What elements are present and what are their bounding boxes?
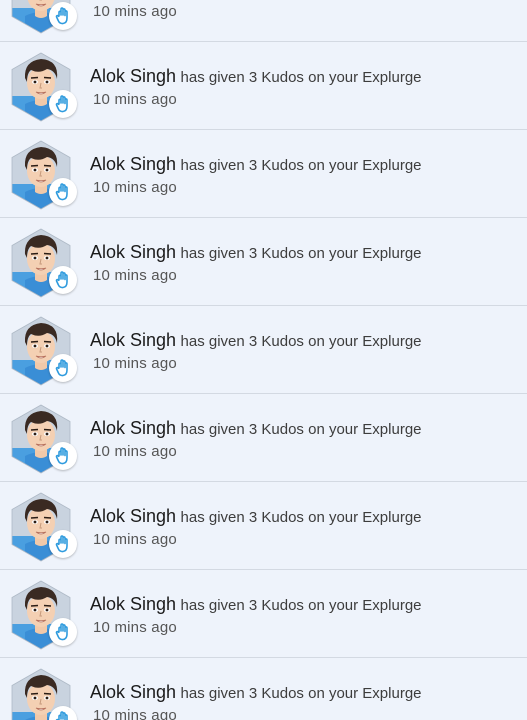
- notification-text: Alok Singh has given 3 Kudos on your Exp…: [90, 242, 422, 263]
- kudos-hand-icon: [55, 271, 68, 289]
- notification-item[interactable]: Alok Singh has given 3 Kudos on your Exp…: [0, 658, 527, 720]
- timestamp: 10 mins ago: [93, 707, 177, 720]
- notification-item[interactable]: Alok Singh has given 3 Kudos on your Exp…: [0, 306, 527, 394]
- kudos-hand-icon: [55, 7, 68, 25]
- notification-item[interactable]: Alok Singh has given 3 Kudos on your Exp…: [0, 130, 527, 218]
- kudos-hand-icon: [55, 623, 68, 641]
- notification-message: has given 3 Kudos on your Explurge: [180, 157, 422, 174]
- kudos-hand-icon: [55, 711, 68, 720]
- user-name[interactable]: Alok Singh: [90, 506, 176, 526]
- user-name[interactable]: Alok Singh: [90, 66, 176, 86]
- notification-text: Alok Singh has given 3 Kudos on your Exp…: [90, 66, 422, 87]
- timestamp: 10 mins ago: [93, 443, 177, 460]
- user-name[interactable]: Alok Singh: [90, 242, 176, 262]
- timestamp: 10 mins ago: [93, 91, 177, 108]
- notification-text: Alok Singh has given 3 Kudos on your Exp…: [90, 418, 422, 439]
- notification-message: has given 3 Kudos on your Explurge: [180, 597, 422, 614]
- kudos-badge: [49, 90, 77, 118]
- notification-message: has given 3 Kudos on your Explurge: [180, 509, 422, 526]
- user-name[interactable]: Alok Singh: [90, 418, 176, 438]
- notification-item[interactable]: Alok Singh has given 3 Kudos on your Exp…: [0, 218, 527, 306]
- timestamp: 10 mins ago: [93, 531, 177, 548]
- kudos-badge: [49, 530, 77, 558]
- kudos-hand-icon: [55, 183, 68, 201]
- kudos-hand-icon: [55, 535, 68, 553]
- kudos-hand-icon: [55, 359, 68, 377]
- user-name[interactable]: Alok Singh: [90, 154, 176, 174]
- notification-message: has given 3 Kudos on your Explurge: [180, 245, 422, 262]
- timestamp: 10 mins ago: [93, 3, 177, 20]
- timestamp: 10 mins ago: [93, 179, 177, 196]
- kudos-badge: [49, 618, 77, 646]
- kudos-badge: [49, 354, 77, 382]
- notification-item[interactable]: Alok Singh has given 3 Kudos on your Exp…: [0, 482, 527, 570]
- notification-text: Alok Singh has given 3 Kudos on your Exp…: [90, 506, 422, 527]
- notification-text: Alok Singh has given 3 Kudos on your Exp…: [90, 330, 422, 351]
- notification-message: has given 3 Kudos on your Explurge: [180, 333, 422, 350]
- timestamp: 10 mins ago: [93, 355, 177, 372]
- kudos-badge: [49, 178, 77, 206]
- user-name[interactable]: Alok Singh: [90, 594, 176, 614]
- notification-item[interactable]: Alok Singh has given 3 Kudos on your Exp…: [0, 42, 527, 130]
- timestamp: 10 mins ago: [93, 619, 177, 636]
- user-name[interactable]: Alok Singh: [90, 682, 176, 702]
- notification-item[interactable]: Alok Singh has given 3 Kudos on your Exp…: [0, 570, 527, 658]
- kudos-badge: [49, 2, 77, 30]
- user-name[interactable]: Alok Singh: [90, 330, 176, 350]
- kudos-hand-icon: [55, 95, 68, 113]
- kudos-badge: [49, 442, 77, 470]
- notification-text: Alok Singh has given 3 Kudos on your Exp…: [90, 154, 422, 175]
- notification-item[interactable]: Alok Singh has given 3 Kudos on your Exp…: [0, 0, 527, 42]
- timestamp: 10 mins ago: [93, 267, 177, 284]
- notification-message: has given 3 Kudos on your Explurge: [180, 421, 422, 438]
- notification-list: Alok Singh has given 3 Kudos on your Exp…: [0, 0, 527, 720]
- kudos-badge: [49, 266, 77, 294]
- notification-item[interactable]: Alok Singh has given 3 Kudos on your Exp…: [0, 394, 527, 482]
- notification-text: Alok Singh has given 3 Kudos on your Exp…: [90, 594, 422, 615]
- kudos-hand-icon: [55, 447, 68, 465]
- notification-text: Alok Singh has given 3 Kudos on your Exp…: [90, 682, 422, 703]
- notification-message: has given 3 Kudos on your Explurge: [180, 69, 422, 86]
- notification-message: has given 3 Kudos on your Explurge: [180, 685, 422, 702]
- notification-track: Alok Singh has given 3 Kudos on your Exp…: [0, 0, 527, 720]
